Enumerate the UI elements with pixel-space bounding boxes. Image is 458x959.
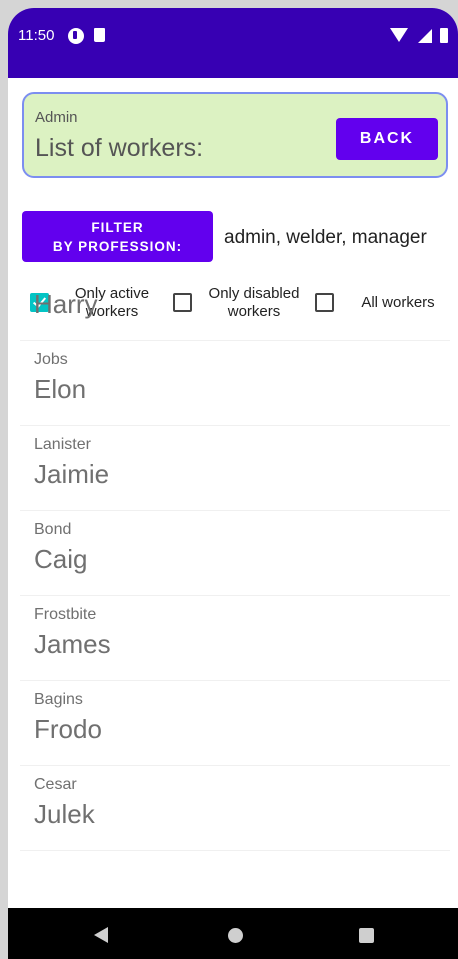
worker-name: Frodo xyxy=(34,714,102,744)
phone-screen: 11:50 Admin List of workers: BACK FILTER… xyxy=(8,8,458,959)
worker-surname: Jobs xyxy=(34,351,68,368)
page-title: List of workers: xyxy=(35,134,204,162)
worker-surname: Cesar xyxy=(34,776,77,793)
worker-item[interactable]: Cesar Julek xyxy=(20,766,450,851)
worker-item[interactable]: Harry xyxy=(20,256,450,341)
filter-button-label-line2: BY PROFESSION: xyxy=(52,238,183,254)
sd-card-icon xyxy=(94,28,105,42)
worker-surname: Bagins xyxy=(34,691,83,708)
worker-item[interactable]: Bagins Frodo xyxy=(20,681,450,766)
worker-surname: Bond xyxy=(34,521,72,538)
back-button[interactable]: BACK xyxy=(336,118,438,160)
worker-name: Elon xyxy=(34,374,87,404)
worker-name: James xyxy=(34,629,111,659)
wifi-icon xyxy=(390,28,408,42)
header-card: Admin List of workers: BACK xyxy=(22,92,448,178)
worker-item[interactable]: Jobs Elon xyxy=(20,341,450,426)
worker-name: Julek xyxy=(34,799,95,829)
filter-button-label-line1: FILTER xyxy=(91,219,144,235)
worker-item[interactable]: Frostbite James xyxy=(20,596,450,681)
nav-recents-icon[interactable] xyxy=(359,928,374,943)
status-time: 11:50 xyxy=(18,27,55,44)
notification-app-icon xyxy=(68,28,84,44)
worker-item[interactable]: Bond Caig xyxy=(20,511,450,596)
filter-value: admin, welder, manager xyxy=(224,227,427,248)
status-bar: 11:50 xyxy=(8,8,458,78)
worker-name: Caig xyxy=(34,544,88,574)
worker-name: Harry xyxy=(34,289,98,319)
worker-name: Jaimie xyxy=(34,459,110,489)
navigation-bar xyxy=(8,908,458,959)
worker-surname: Lanister xyxy=(34,436,91,453)
role-label: Admin xyxy=(35,109,78,126)
worker-item[interactable]: Lanister Jaimie xyxy=(20,426,450,511)
battery-icon xyxy=(440,28,448,43)
filter-by-profession-button[interactable]: FILTER BY PROFESSION: xyxy=(22,211,213,262)
worker-surname: Frostbite xyxy=(34,606,97,623)
nav-back-icon[interactable] xyxy=(94,927,108,943)
nav-home-icon[interactable] xyxy=(228,928,243,943)
signal-icon xyxy=(418,29,432,43)
